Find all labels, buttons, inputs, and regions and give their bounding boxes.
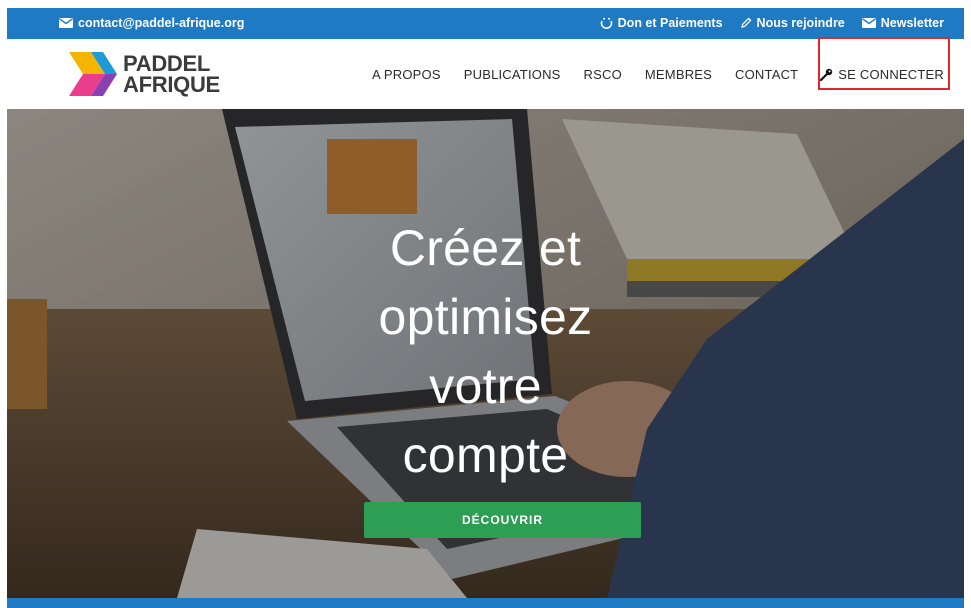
join-link[interactable]: Nous rejoindre: [740, 16, 845, 30]
footer-strip: [7, 598, 964, 608]
hero-banner: Créez et optimisez votre compte DÉCOUVRI…: [7, 109, 964, 598]
envelope-icon: [59, 18, 73, 28]
pencil-icon: [740, 17, 752, 28]
site-logo[interactable]: PADDEL AFRIQUE: [69, 52, 220, 96]
logo-wordmark: PADDEL AFRIQUE: [123, 51, 220, 97]
hero-title: Créez et optimisez votre compte: [7, 214, 964, 490]
hero-title-line: Créez et: [389, 220, 582, 276]
logo-line-2: AFRIQUE: [123, 72, 220, 97]
donation-icon: [600, 17, 612, 29]
nav-item-contact[interactable]: CONTACT: [735, 67, 798, 82]
contact-email-link[interactable]: contact@paddel-afrique.org: [59, 16, 244, 30]
site-header: PADDEL AFRIQUE A PROPOS PUBLICATIONS RSC…: [7, 39, 964, 109]
logo-line-1: PADDEL: [123, 51, 211, 76]
donation-link-label: Don et Paiements: [617, 16, 723, 30]
nav-item-rsco[interactable]: RSCO: [584, 67, 622, 82]
envelope-icon: [861, 18, 876, 28]
paddel-logo-mark-icon: [69, 52, 117, 96]
newsletter-link[interactable]: Newsletter: [861, 16, 944, 30]
key-icon: [820, 68, 833, 81]
hero-title-line: votre: [429, 358, 542, 414]
hero-title-line: compte: [402, 427, 569, 483]
top-links: Don et Paiements Nous rejoindre Newslett…: [600, 16, 944, 30]
top-bar: contact@paddel-afrique.org Don et Paieme…: [7, 8, 964, 39]
login-button[interactable]: SE CONNECTER: [820, 67, 944, 82]
hero-title-line: optimisez: [378, 289, 593, 345]
donation-link[interactable]: Don et Paiements: [600, 16, 723, 30]
nav-item-membres[interactable]: MEMBRES: [645, 67, 712, 82]
nav-item-publications[interactable]: PUBLICATIONS: [464, 67, 561, 82]
login-button-label: SE CONNECTER: [838, 67, 944, 82]
newsletter-link-label: Newsletter: [880, 16, 944, 30]
contact-email-text: contact@paddel-afrique.org: [78, 16, 245, 30]
join-link-label: Nous rejoindre: [756, 16, 845, 30]
nav-item-a-propos[interactable]: A PROPOS: [372, 67, 441, 82]
page-frame: contact@paddel-afrique.org Don et Paieme…: [7, 8, 964, 608]
discover-button[interactable]: DÉCOUVRIR: [364, 502, 641, 538]
main-nav: A PROPOS PUBLICATIONS RSCO MEMBRES CONTA…: [349, 67, 944, 82]
